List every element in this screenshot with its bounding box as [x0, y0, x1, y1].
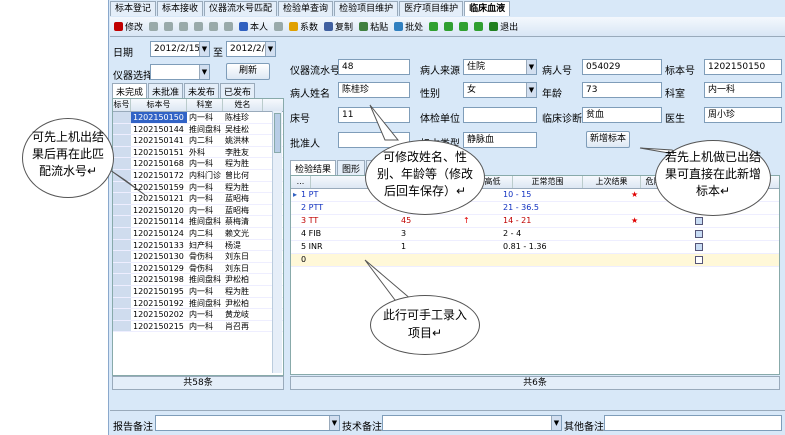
- pointer-left: [109, 169, 146, 196]
- callout-bottom: 此行可手工录入项目↵: [370, 295, 480, 355]
- callout-left: 可先上机出结果后再在此匹配流水号↵: [22, 118, 114, 198]
- pointer-middle: [369, 104, 400, 141]
- callout-middle: 可修改姓名、性别、年龄等（修改后回车保存）↵: [365, 140, 485, 215]
- callout-right: 若先上机做已出结果可直接在此新增标本↵: [655, 140, 771, 216]
- pointer-bottom: [364, 259, 414, 301]
- callout-pointers: [109, 104, 681, 301]
